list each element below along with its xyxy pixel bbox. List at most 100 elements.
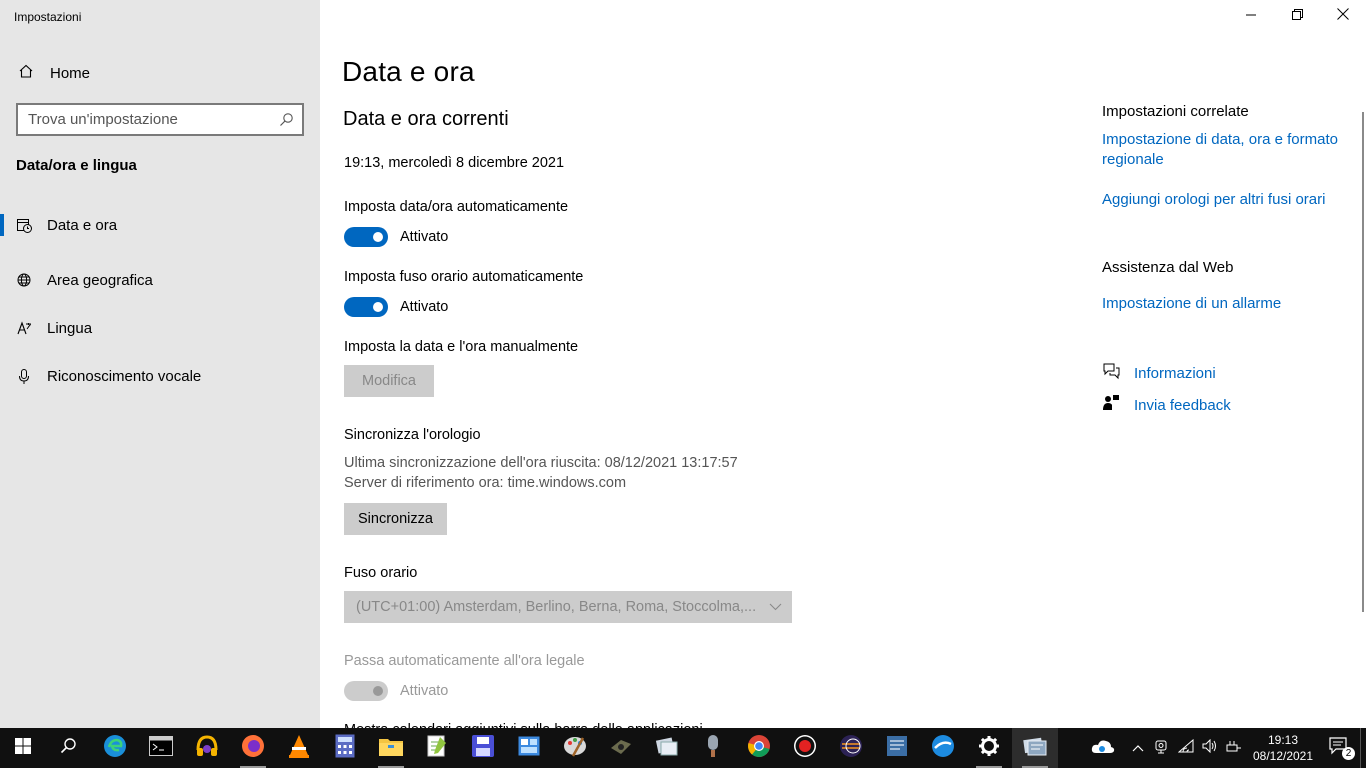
timezone-selected: (UTC+01:00) Amsterdam, Berlino, Berna, R… (356, 599, 757, 615)
taskbar-sticky-notes[interactable] (874, 728, 920, 768)
network-settings-icon (1022, 735, 1048, 762)
change-button[interactable]: Modifica (344, 365, 434, 397)
taskbar-file-explorer[interactable] (368, 728, 414, 768)
taskbar-control-panel[interactable] (506, 728, 552, 768)
minimize-button[interactable] (1228, 0, 1274, 32)
time-server-text: Server di riferimento ora: time.windows.… (344, 475, 627, 491)
add-clocks-link[interactable]: Aggiungi orologi per altri fusi orari (1102, 190, 1342, 210)
send-feedback-link[interactable]: Invia feedback (1102, 394, 1231, 417)
taskbar-recorder[interactable] (782, 728, 828, 768)
taskbar-calculator[interactable] (322, 728, 368, 768)
terminal-icon (149, 735, 173, 761)
sync-button[interactable]: Sincronizza (344, 503, 447, 535)
taskbar-clock[interactable]: 19:13 08/12/2021 (1246, 732, 1320, 764)
power-plug-icon (1226, 739, 1242, 758)
chevron-up-icon (1132, 739, 1144, 757)
timezone-dropdown[interactable]: (UTC+01:00) Amsterdam, Berlino, Berna, R… (344, 591, 792, 623)
tray-power[interactable] (1222, 728, 1246, 768)
timezone-label: Fuso orario (344, 565, 418, 581)
taskbar-voice-recorder[interactable] (690, 728, 736, 768)
taskbar-save-app[interactable] (460, 728, 506, 768)
feedback-icon (1102, 394, 1120, 417)
last-sync-text: Ultima sincronizzazione dell'ora riuscit… (344, 455, 738, 471)
sidebar: Impostazioni Home Data/ora e lingua Data… (0, 0, 320, 728)
save-icon (472, 734, 494, 762)
nav-list: Data e ora Area geografica Lingua Ricono… (0, 208, 320, 400)
page-title: Data e ora (342, 56, 475, 87)
taskbar-search-button[interactable] (46, 728, 92, 768)
restore-button[interactable] (1274, 0, 1320, 32)
sidebar-item-speech[interactable]: Riconoscimento vocale (0, 352, 320, 400)
start-button[interactable] (0, 728, 46, 768)
paint-icon (563, 734, 587, 763)
close-icon (1337, 7, 1349, 25)
calendar-clock-icon (16, 217, 33, 234)
taskbar-camera[interactable] (598, 728, 644, 768)
search-icon[interactable] (279, 112, 294, 132)
manual-time-label: Imposta la data e l'ora manualmente (344, 339, 579, 355)
restore-icon (1291, 7, 1303, 25)
sidebar-item-region[interactable]: Area geografica (0, 256, 320, 304)
auto-time-state: Attivato (400, 229, 449, 245)
search-input[interactable] (28, 111, 268, 128)
taskbar-firefox[interactable] (230, 728, 276, 768)
taskbar-notepad-plus[interactable] (414, 728, 460, 768)
taskbar-paint-brush[interactable] (920, 728, 966, 768)
taskbar-audio-app[interactable] (184, 728, 230, 768)
eclipse-icon (839, 734, 863, 763)
tray-onedrive[interactable] (1080, 728, 1126, 768)
sticky-notes-icon (886, 735, 908, 762)
taskbar-vlc[interactable] (276, 728, 322, 768)
chat-help-icon (1102, 362, 1120, 385)
get-help-link[interactable]: Informazioni (1102, 362, 1216, 385)
taskbar-edge[interactable] (92, 728, 138, 768)
taskbar-network-settings[interactable] (1012, 728, 1058, 768)
section-heading: Data e ora correnti (343, 108, 509, 130)
taskbar-settings[interactable] (966, 728, 1012, 768)
home-label: Home (50, 64, 91, 82)
alarm-link[interactable]: Impostazione di un allarme (1102, 294, 1342, 314)
sidebar-item-date-time[interactable]: Data e ora (0, 208, 320, 242)
windows-logo-icon (15, 737, 31, 759)
recorder-icon (793, 734, 817, 763)
webcam-icon (1155, 738, 1169, 759)
dst-toggle[interactable] (344, 681, 388, 701)
home-link[interactable]: Home (0, 56, 320, 90)
paint-brush-icon (931, 734, 955, 763)
home-icon (18, 63, 34, 84)
auto-time-toggle[interactable] (344, 227, 388, 247)
taskbar: 19:13 08/12/2021 2 (0, 728, 1366, 768)
control-panel-icon (518, 736, 540, 761)
sidebar-item-language[interactable]: Lingua (0, 304, 320, 352)
search-icon (60, 737, 78, 760)
web-help-heading: Assistenza dal Web (1102, 259, 1234, 276)
auto-time-row: Attivato (344, 227, 448, 247)
show-desktop-button[interactable] (1360, 728, 1366, 768)
show-hidden-icons-button[interactable] (1126, 728, 1150, 768)
tray-volume[interactable] (1198, 728, 1222, 768)
volume-icon (1202, 738, 1218, 758)
search-box[interactable] (16, 103, 304, 136)
auto-timezone-toggle[interactable] (344, 297, 388, 317)
taskbar-terminal[interactable] (138, 728, 184, 768)
tray-network[interactable] (1174, 728, 1198, 768)
sidebar-item-label: Area geografica (47, 271, 153, 289)
dst-state: Attivato (400, 683, 449, 699)
action-center-button[interactable]: 2 (1320, 728, 1360, 768)
taskbar-scanner[interactable] (644, 728, 690, 768)
feedback-label: Invia feedback (1134, 397, 1231, 414)
notepad-plus-icon (426, 734, 448, 763)
tray-meet-now[interactable] (1150, 728, 1174, 768)
scrollbar[interactable] (1362, 112, 1364, 612)
auto-timezone-label: Imposta fuso orario automaticamente (344, 269, 584, 285)
close-button[interactable] (1320, 0, 1366, 32)
cloud-icon (1091, 738, 1115, 759)
microphone-icon (16, 368, 33, 385)
chevron-down-icon (769, 600, 782, 617)
taskbar-eclipse[interactable] (828, 728, 874, 768)
regional-format-link[interactable]: Impostazione di data, ora e formato regi… (1102, 130, 1342, 170)
file-explorer-icon (379, 736, 403, 761)
taskbar-paint[interactable] (552, 728, 598, 768)
auto-timezone-row: Attivato (344, 297, 448, 317)
taskbar-chrome[interactable] (736, 728, 782, 768)
